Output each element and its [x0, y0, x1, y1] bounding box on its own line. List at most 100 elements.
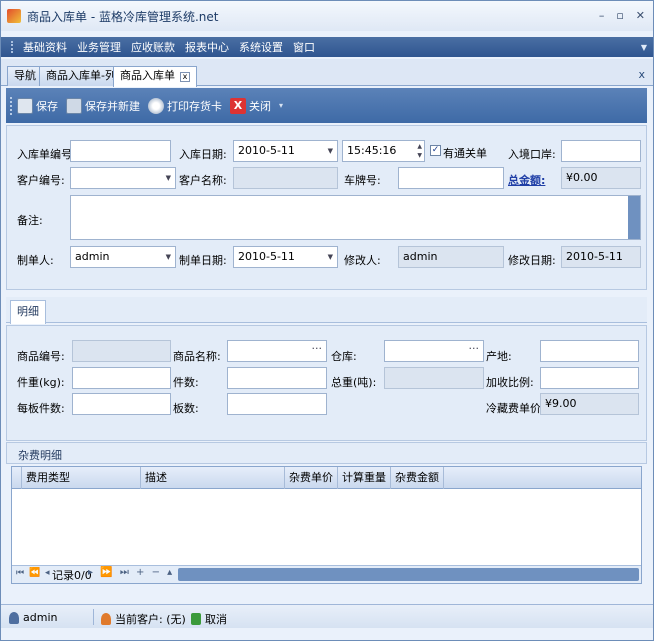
column-calc-weight[interactable]: 计算重量	[338, 467, 391, 489]
print-icon	[148, 97, 164, 114]
receipt-header-form: 入库单编号: 入库日期: 2010-5-11 ▼ 15:45:16 ▲ ▼ ✓ 有通关…	[6, 125, 647, 290]
make-date-value: 2010-5-11	[238, 250, 295, 263]
menu-bar: 基础资料 业务管理 应收账款 报表中心 系统设置 窗口 ▼	[1, 37, 653, 57]
total-amount-field: ¥0.00	[561, 167, 641, 189]
pallets-input[interactable]	[227, 393, 327, 415]
product-name-picker[interactable]: ···	[227, 340, 327, 362]
chevron-down-icon[interactable]: ▼	[328, 247, 333, 267]
pallets-label: 板数:	[173, 402, 199, 415]
remark-textarea[interactable]	[70, 195, 641, 240]
make-date-picker[interactable]: 2010-5-11 ▼	[233, 246, 338, 268]
origin-input[interactable]	[540, 340, 639, 362]
status-user: admin	[9, 611, 57, 624]
per-pallet-label: 每板件数:	[17, 402, 65, 415]
total-amount-label: 总金额:	[508, 174, 546, 187]
save-button[interactable]: 保存	[17, 97, 58, 114]
cancel-icon	[191, 613, 201, 625]
column-fee-amount[interactable]: 杂费金额	[391, 467, 444, 489]
pieces-label: 件数:	[173, 376, 199, 389]
maker-select[interactable]: admin ▼	[70, 246, 176, 268]
menu-grip-icon	[11, 41, 14, 53]
print-stock-card-button[interactable]: 打印存货卡	[148, 97, 222, 114]
column-description[interactable]: 描述	[141, 467, 285, 489]
grid-navigator: ⏮ ⏪ ◂ 记录0/0 ▸ ⏩ ⏭ + − ▴ ✓ ✕	[12, 565, 641, 583]
app-icon	[7, 9, 21, 23]
customer-no-select[interactable]: ▼	[70, 167, 176, 189]
unit-weight-label: 件重(kg):	[17, 376, 65, 389]
minimize-icon[interactable]: –	[599, 9, 605, 22]
menu-item-basic-data[interactable]: 基础资料	[18, 39, 72, 55]
spinner-arrows-icon[interactable]: ▲ ▼	[417, 142, 422, 160]
product-no-field	[72, 340, 171, 362]
ratio-input[interactable]	[540, 367, 639, 389]
customs-label: 有通关单	[443, 147, 487, 160]
chevron-down-icon[interactable]: ▼	[166, 168, 171, 188]
tab-label: 商品入库单	[120, 69, 175, 82]
column-unit-price[interactable]: 杂费单价	[285, 467, 338, 489]
menu-item-window[interactable]: 窗口	[288, 39, 320, 55]
toolbar-overflow-icon[interactable]: ▾	[279, 101, 283, 110]
receipt-no-input[interactable]	[70, 140, 171, 162]
maker-value: admin	[75, 250, 110, 263]
tab-navigation[interactable]: 导航	[7, 66, 43, 86]
grid-horizontal-scrollbar[interactable]	[178, 568, 639, 581]
nav-first-prev-icons[interactable]: ⏮ ⏪ ◂	[16, 568, 51, 578]
pieces-input[interactable]	[227, 367, 327, 389]
menu-item-business[interactable]: 业务管理	[72, 39, 126, 55]
modify-date-label: 修改日期:	[508, 254, 556, 267]
chevron-down-icon[interactable]: ▼	[166, 247, 171, 267]
make-date-label: 制单日期:	[179, 254, 227, 267]
status-user-name: admin	[23, 611, 58, 624]
tab-close-icon[interactable]: x	[180, 72, 190, 82]
close-window-icon[interactable]: ✕	[636, 9, 645, 22]
time-value: 15:45:16	[347, 144, 397, 157]
total-weight-field	[384, 367, 484, 389]
user-icon	[9, 611, 19, 624]
chevron-down-icon[interactable]: ▼	[328, 141, 333, 161]
status-current-customer: 当前客户: (无)	[101, 611, 186, 627]
storage-price-label: 冷藏费单价:	[486, 402, 545, 415]
current-customer-value: (无)	[166, 613, 186, 626]
unit-weight-input[interactable]	[72, 367, 171, 389]
per-pallet-input[interactable]	[72, 393, 171, 415]
customs-checkbox[interactable]: ✓	[430, 145, 441, 156]
remark-scrollbar[interactable]	[628, 196, 640, 239]
misc-fees-title: 杂费明细	[18, 449, 62, 462]
port-label: 入境口岸:	[508, 148, 556, 161]
customer-name-field	[233, 167, 338, 189]
warehouse-label: 仓库:	[331, 350, 357, 363]
ellipsis-icon[interactable]: ···	[469, 341, 480, 359]
save-icon	[17, 97, 33, 114]
warehouse-picker[interactable]: ···	[384, 340, 484, 362]
save-new-label: 保存并新建	[85, 99, 140, 113]
modify-date-field: 2010-5-11	[561, 246, 641, 268]
close-all-tabs-icon[interactable]: x	[638, 68, 645, 81]
menu-item-reports[interactable]: 报表中心	[180, 39, 234, 55]
date-value: 2010-5-11	[238, 144, 295, 157]
tab-detail[interactable]: 明细	[10, 300, 46, 324]
close-icon: X	[230, 97, 246, 114]
menu-overflow-icon[interactable]: ▼	[641, 43, 647, 52]
save-label: 保存	[36, 99, 58, 113]
record-counter: 记录0/0	[52, 569, 92, 582]
maximize-icon[interactable]: ▫	[616, 9, 623, 22]
row-indicator-column	[12, 467, 22, 489]
modifier-field: admin	[398, 246, 504, 268]
current-customer-label: 当前客户:	[115, 613, 163, 626]
save-and-new-button[interactable]: 保存并新建	[66, 97, 140, 114]
plate-input[interactable]	[398, 167, 504, 189]
total-weight-label: 总重(吨):	[331, 376, 377, 389]
status-cancel-button[interactable]: 取消	[191, 611, 227, 627]
tab-receipt[interactable]: 商品入库单 x	[113, 66, 197, 87]
column-fee-type[interactable]: 费用类型	[22, 467, 141, 489]
menu-item-settings[interactable]: 系统设置	[234, 39, 288, 55]
cancel-label: 取消	[205, 613, 227, 626]
product-name-label: 商品名称:	[173, 350, 221, 363]
storage-price-field: ¥9.00	[540, 393, 639, 415]
time-spinner[interactable]: 15:45:16 ▲ ▼	[342, 140, 425, 162]
close-button[interactable]: X 关闭	[230, 97, 271, 114]
date-picker[interactable]: 2010-5-11 ▼	[233, 140, 338, 162]
menu-item-receivables[interactable]: 应收账款	[126, 39, 180, 55]
ellipsis-icon[interactable]: ···	[312, 341, 323, 359]
port-input[interactable]	[561, 140, 641, 162]
